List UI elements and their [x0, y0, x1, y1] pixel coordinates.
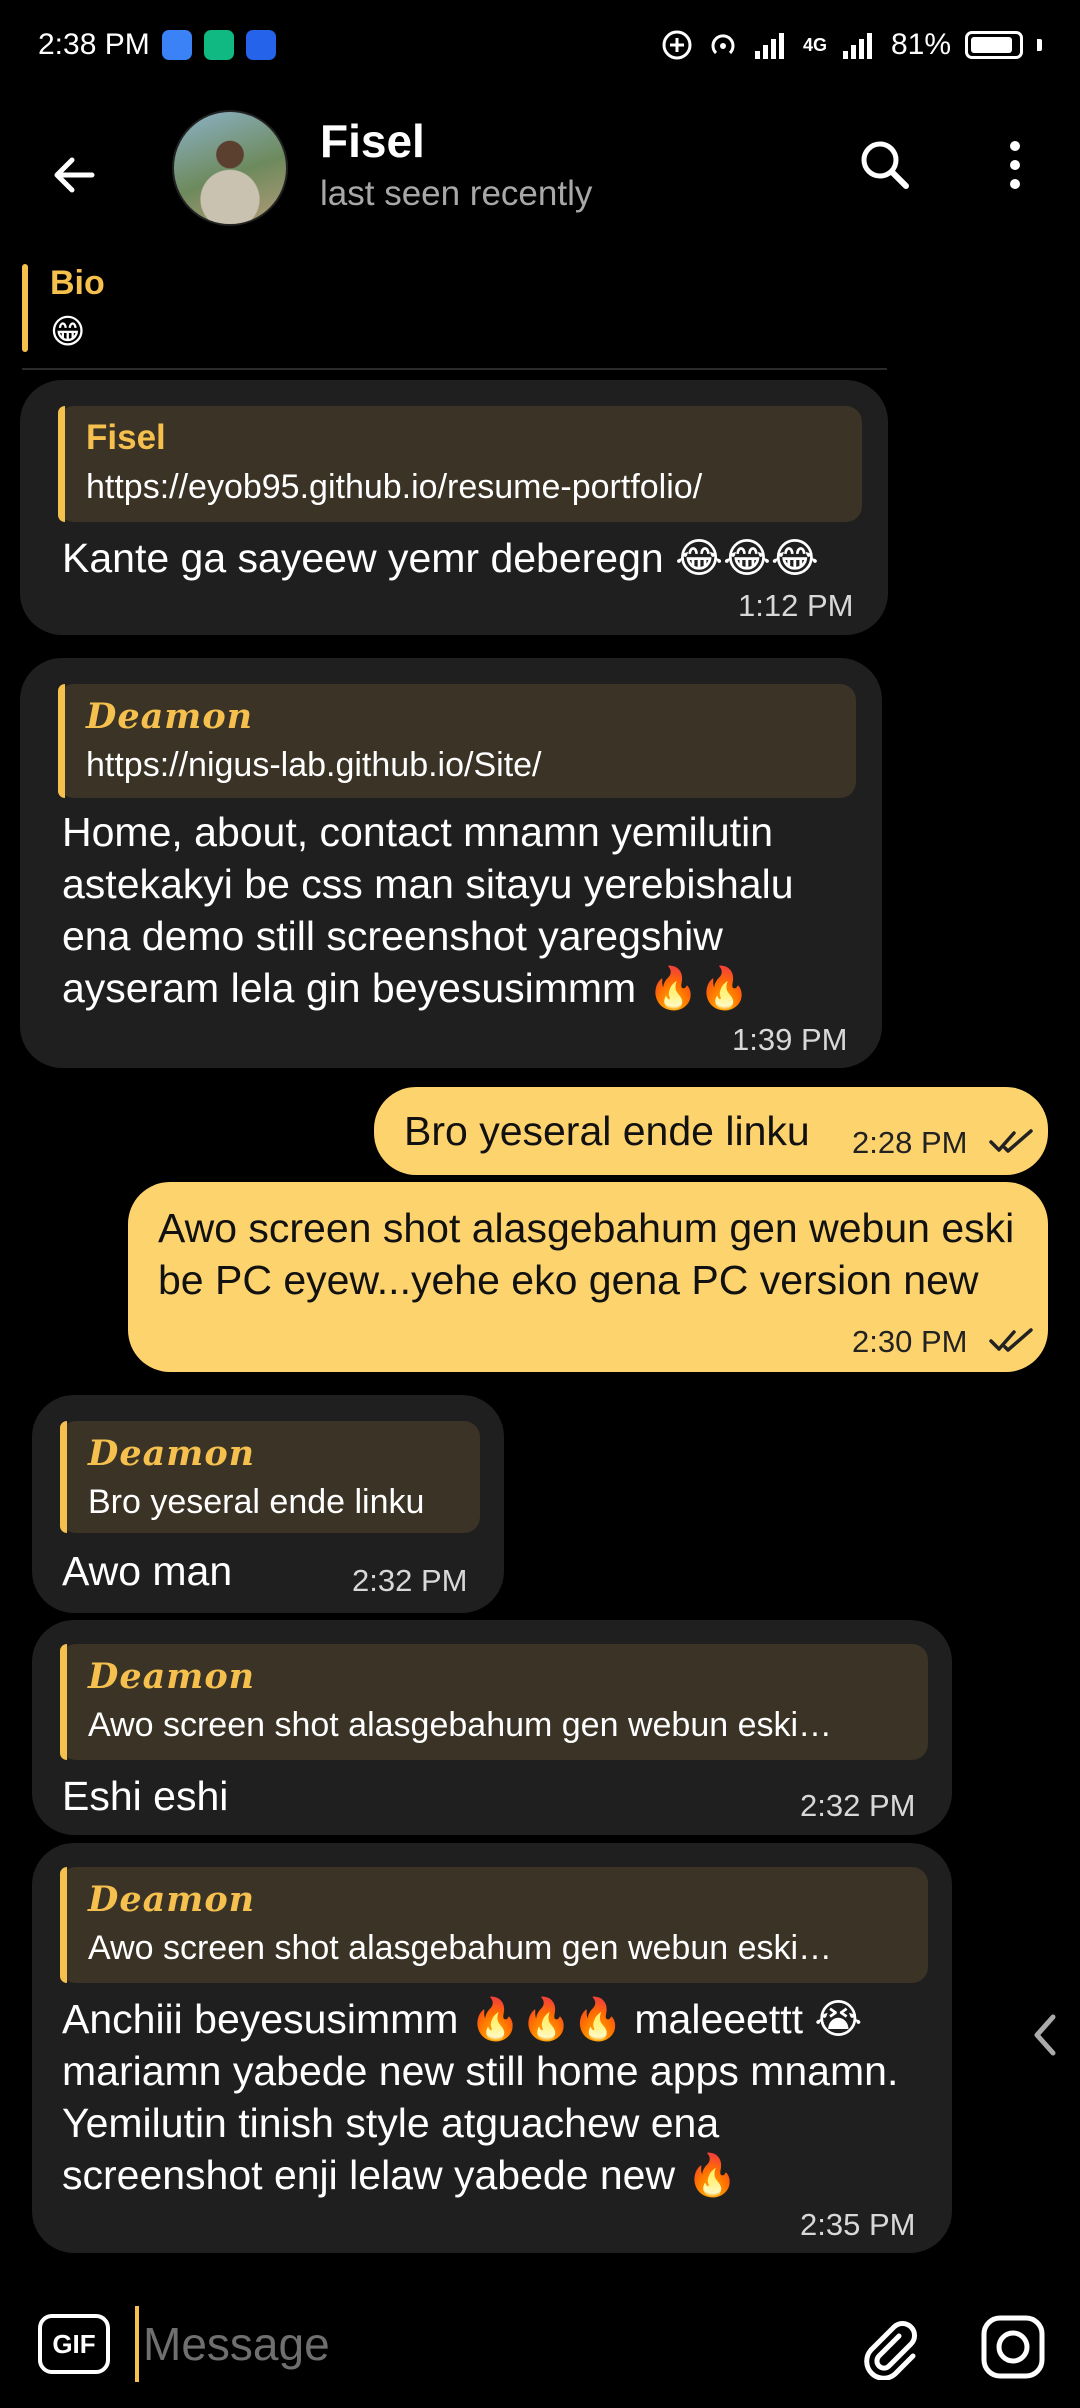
message-time: 1:39 PM	[732, 1022, 848, 1057]
more-vert-icon[interactable]	[980, 130, 1050, 200]
battery-tip	[1037, 39, 1042, 51]
data-saver-icon	[662, 30, 692, 60]
transfer-notification-icon	[245, 30, 276, 60]
reply-preview[interactable]: Deamon Bro yeseral ende linku	[60, 1421, 480, 1533]
chat-header: Fisel last seen recently	[0, 100, 1080, 240]
contact-name[interactable]: Fisel	[320, 114, 425, 168]
message-time: 2:28 PM	[852, 1125, 968, 1160]
reply-sender: Deamon	[86, 696, 254, 737]
reply-preview[interactable]: Deamon Awo screen shot alasgebahum gen w…	[60, 1867, 928, 1983]
message-text: Home, about, contact mnamn yemilutin ast…	[62, 809, 794, 1011]
message-bubble-outgoing[interactable]: Awo screen shot alasgebahum gen webun es…	[128, 1182, 1048, 1372]
message-text: Eshi eshi	[62, 1773, 229, 1819]
message-time: 2:35 PM	[800, 2207, 916, 2242]
reply-sender: Deamon	[88, 1433, 256, 1474]
reply-sender: Deamon	[88, 1879, 256, 1920]
reply-text: Bro yeseral ende linku	[88, 1483, 425, 1521]
message-input-bar: GIF	[0, 2270, 1080, 2408]
message-text: Awo screen shot alasgebahum gen webun es…	[158, 1205, 1015, 1303]
chevron-left-icon[interactable]	[1025, 2005, 1065, 2065]
message-time: 2:32 PM	[352, 1563, 468, 1598]
reply-preview[interactable]: Fisel https://eyob95.github.io/resume-po…	[58, 406, 862, 522]
reply-text: Awo screen shot alasgebahum gen webun es…	[88, 1929, 833, 1967]
message-time: 1:12 PM	[738, 588, 854, 623]
signal-icon-2	[842, 33, 872, 59]
back-arrow-icon[interactable]	[40, 140, 110, 210]
double-check-icon	[989, 1129, 1033, 1153]
chat-notification-icon	[161, 30, 192, 60]
avatar[interactable]	[172, 110, 288, 226]
search-icon[interactable]	[850, 130, 920, 200]
status-bar: 2:38 PM 4G 81%	[0, 0, 1080, 90]
app-notification-icon	[203, 30, 234, 60]
hotspot-icon	[711, 34, 735, 55]
message-bubble-incoming[interactable]: Deamon Awo screen shot alasgebahum gen w…	[32, 1843, 952, 2253]
network-type: 4G	[802, 34, 827, 55]
message-bubble-incoming[interactable]: Deamon Awo screen shot alasgebahum gen w…	[32, 1620, 952, 1835]
message-time: 2:30 PM	[852, 1324, 968, 1359]
camera-icon[interactable]	[980, 2314, 1046, 2380]
gif-button[interactable]: GIF	[38, 2314, 110, 2374]
message-text: Bro yeseral ende linku	[404, 1108, 810, 1154]
message-input[interactable]	[135, 2306, 815, 2382]
message-bubble-incoming[interactable]: Fisel https://eyob95.github.io/resume-po…	[20, 380, 888, 635]
status-left: 2:38 PM	[38, 28, 276, 62]
reply-sender: Fisel	[86, 418, 166, 457]
reply-text: Awo screen shot alasgebahum gen webun es…	[88, 1706, 833, 1744]
status-right: 4G 81%	[661, 28, 1042, 62]
bio-accent-bar	[22, 264, 28, 352]
reply-preview[interactable]: Deamon Awo screen shot alasgebahum gen w…	[60, 1644, 928, 1760]
bio-text: 😁	[50, 313, 86, 351]
message-bubble-incoming[interactable]: Deamon https://nigus-lab.github.io/Site/…	[20, 658, 882, 1068]
attach-icon[interactable]	[855, 2314, 921, 2380]
message-time: 2:32 PM	[800, 1788, 916, 1823]
reply-sender: Deamon	[88, 1656, 256, 1697]
message-bubble-incoming[interactable]: Deamon Bro yeseral ende linku Awo man 2:…	[32, 1395, 504, 1613]
bio-section: Bio 😁	[22, 262, 887, 370]
message-text: Awo man	[62, 1548, 233, 1594]
message-bubble-outgoing[interactable]: Bro yeseral ende linku 2:28 PM	[374, 1087, 1048, 1175]
reply-text: https://nigus-lab.github.io/Site/	[86, 746, 542, 784]
message-text: Anchiii beyesusimmm 🔥🔥🔥 maleeettt 😭 mari…	[62, 1996, 899, 2198]
contact-status: last seen recently	[320, 174, 593, 213]
bio-label: Bio	[50, 264, 105, 302]
status-time: 2:38 PM	[38, 28, 150, 61]
message-text: Kante ga sayeew yemr deberegn 😂😂😂	[62, 535, 819, 581]
battery-icon	[965, 31, 1023, 59]
reply-preview[interactable]: Deamon https://nigus-lab.github.io/Site/	[58, 684, 856, 798]
double-check-icon	[989, 1328, 1033, 1352]
signal-icon	[754, 33, 784, 59]
battery-percent: 81%	[890, 28, 951, 61]
reply-text: https://eyob95.github.io/resume-portfoli…	[86, 468, 703, 506]
